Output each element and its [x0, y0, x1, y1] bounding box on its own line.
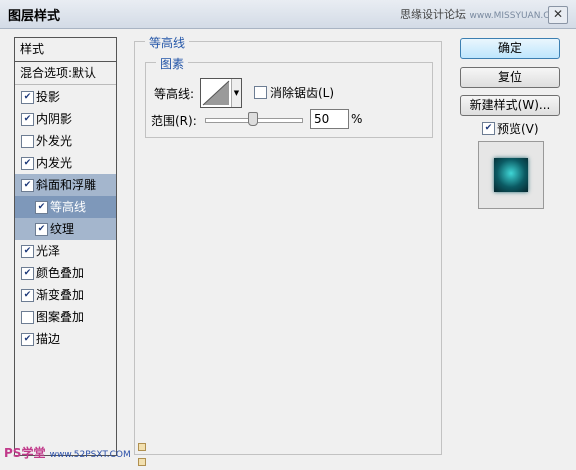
style-list-header[interactable]: 样式 [15, 38, 116, 62]
contour-dropdown-arrow-icon[interactable]: ▼ [231, 79, 241, 107]
style-item-drop-shadow[interactable]: ✔ 投影 [15, 86, 116, 108]
preview-swatch [494, 158, 528, 192]
checkbox-pattern-overlay[interactable] [21, 311, 34, 324]
footer-watermark: PS学堂 www.52PSXT.COM [4, 444, 131, 461]
style-item-bevel-emboss[interactable]: ✔ 斜面和浮雕 [15, 174, 116, 196]
range-unit: % [351, 112, 363, 126]
style-item-label: 纹理 [50, 222, 75, 236]
antialias-checkbox[interactable] [254, 86, 267, 99]
antialias-label[interactable]: 消除锯齿(L) [270, 84, 334, 101]
range-slider-thumb[interactable] [248, 112, 258, 126]
elements-group-title: 图素 [156, 55, 189, 72]
style-item-inner-glow[interactable]: ✔ 内发光 [15, 152, 116, 174]
range-input[interactable]: 50 [310, 109, 349, 129]
style-item-satin[interactable]: ✔ 光泽 [15, 240, 116, 262]
style-item-label: 描边 [36, 332, 61, 346]
style-item-label: 内阴影 [36, 112, 73, 126]
checkbox-bevel-emboss[interactable]: ✔ [21, 179, 34, 192]
style-item-label: 外发光 [36, 134, 73, 148]
style-item-gradient-overlay[interactable]: ✔ 渐变叠加 [15, 284, 116, 306]
checkbox-gradient-overlay[interactable]: ✔ [21, 289, 34, 302]
watermark-text: 思缘设计论坛 [400, 8, 466, 21]
style-item-label: 内发光 [36, 156, 73, 170]
footer-brand: PS学堂 [4, 446, 46, 460]
style-item-texture[interactable]: ✔ 纹理 [15, 218, 116, 240]
style-item-pattern-overlay[interactable]: 图案叠加 [15, 306, 116, 328]
site-watermark: 思缘设计论坛 www.MISSYUAN.COM [400, 6, 564, 22]
checkbox-texture[interactable]: ✔ [35, 223, 48, 236]
checkbox-stroke[interactable]: ✔ [21, 333, 34, 346]
style-item-label: 光泽 [36, 244, 61, 258]
close-button[interactable]: ✕ [548, 6, 568, 24]
style-item-label: 斜面和浮雕 [36, 178, 97, 192]
style-item-label: 图案叠加 [36, 310, 85, 324]
ok-button[interactable]: 确定 [460, 38, 560, 59]
style-item-label: 渐变叠加 [36, 288, 85, 302]
checkbox-inner-glow[interactable]: ✔ [21, 157, 34, 170]
checkbox-drop-shadow[interactable]: ✔ [21, 91, 34, 104]
preview-checkbox[interactable]: ✔ [482, 122, 495, 135]
style-item-inner-shadow[interactable]: ✔ 内阴影 [15, 108, 116, 130]
style-list: 样式 混合选项:默认 ✔ 投影 ✔ 内阴影 外发光 ✔ 内发光 ✔ 斜面和浮雕 … [14, 37, 117, 456]
style-item-label: 颜色叠加 [36, 266, 85, 280]
style-item-contour[interactable]: ✔ 等高线 [15, 196, 116, 218]
checkbox-color-overlay[interactable]: ✔ [21, 267, 34, 280]
checkbox-inner-shadow[interactable]: ✔ [21, 113, 34, 126]
checkbox-outer-glow[interactable] [21, 135, 34, 148]
title-bar: 图层样式 思缘设计论坛 www.MISSYUAN.COM ✕ [0, 0, 576, 29]
checkbox-satin[interactable]: ✔ [21, 245, 34, 258]
preview-label[interactable]: 预览(V) [497, 120, 539, 137]
style-item-stroke[interactable]: ✔ 描边 [15, 328, 116, 350]
resize-grip-icon [138, 458, 146, 466]
contour-label: 等高线: [154, 87, 195, 101]
style-item-color-overlay[interactable]: ✔ 颜色叠加 [15, 262, 116, 284]
blend-options-item[interactable]: 混合选项:默认 [15, 62, 116, 85]
style-item-label: 等高线 [50, 200, 87, 214]
resize-grip-icon [138, 443, 146, 451]
contour-group-title: 等高线 [145, 34, 190, 51]
window-title: 图层样式 [8, 9, 61, 24]
contour-picker[interactable]: ▼ [200, 78, 242, 108]
new-style-button[interactable]: 新建样式(W)... [460, 95, 560, 116]
style-item-outer-glow[interactable]: 外发光 [15, 130, 116, 152]
checkbox-contour[interactable]: ✔ [35, 201, 48, 214]
style-item-label: 投影 [36, 90, 61, 104]
contour-curve-icon [202, 80, 230, 106]
footer-url: www.52PSXT.COM [49, 450, 131, 460]
preview-box [478, 141, 544, 209]
range-label: 范围(R): [151, 114, 197, 128]
reset-button[interactable]: 复位 [460, 67, 560, 88]
